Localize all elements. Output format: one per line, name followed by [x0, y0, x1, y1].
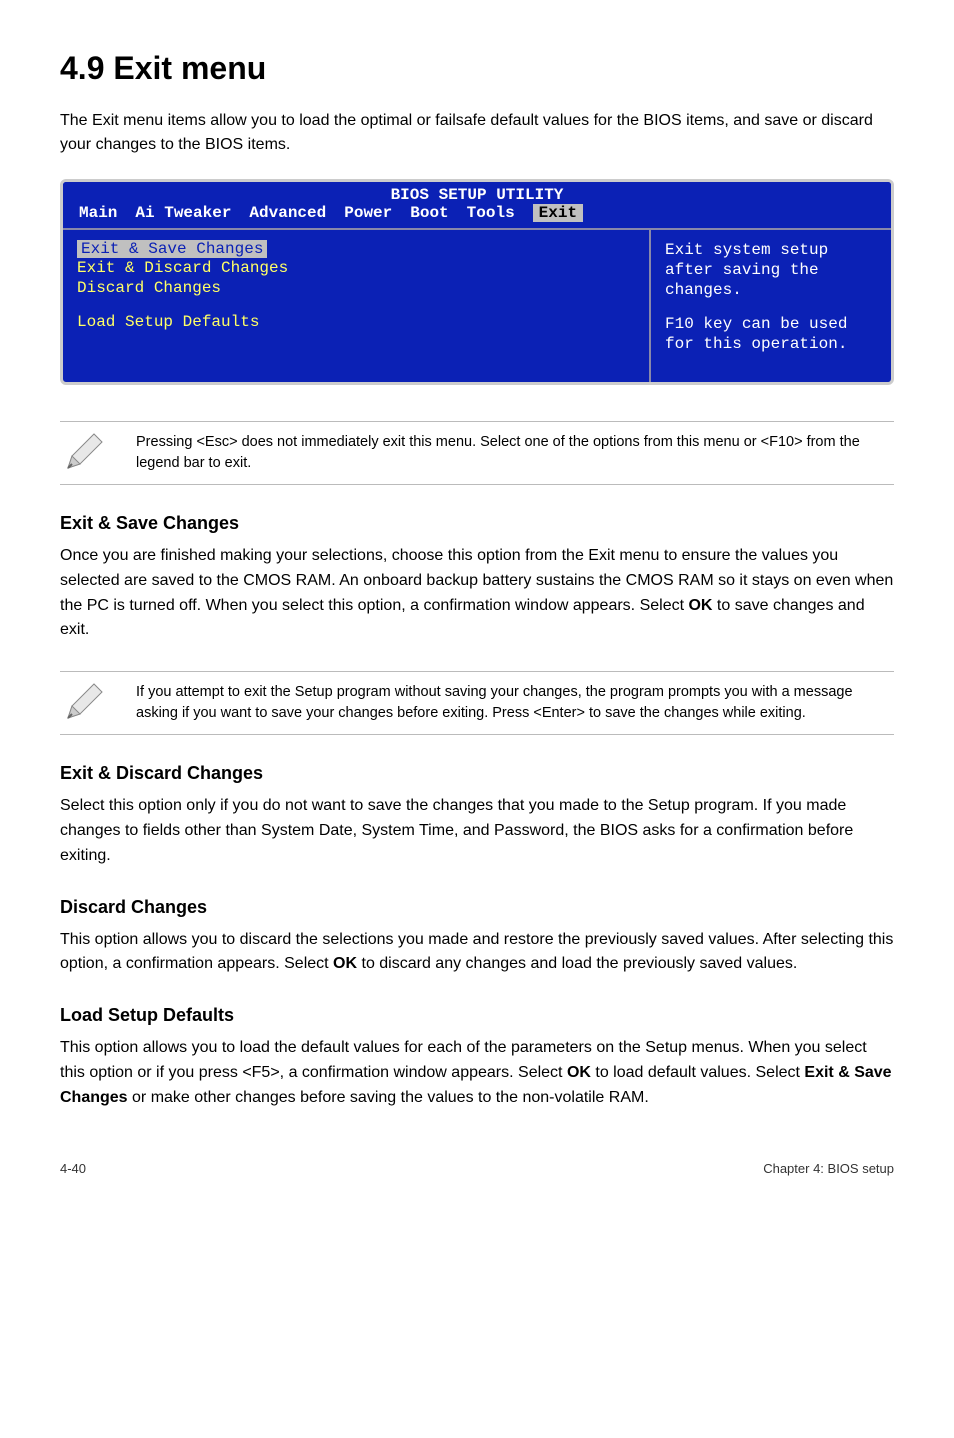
note-exit-without-save-text: If you attempt to exit the Setup program… — [136, 682, 894, 724]
note-exit-without-save: If you attempt to exit the Setup program… — [60, 671, 894, 735]
heading-discard: Discard Changes — [60, 897, 894, 918]
bios-tab-aitweaker: Ai Tweaker — [135, 204, 231, 222]
bios-help-pane: Exit system setup after saving the chang… — [651, 228, 891, 382]
bios-menu-exit-discard: Exit & Discard Changes — [77, 258, 635, 278]
text-span: or make other changes before saving the … — [128, 1089, 649, 1106]
body-exit-discard: Select this option only if you do not wa… — [60, 794, 894, 868]
bios-tab-bar: Main Ai Tweaker Advanced Power Boot Tool… — [63, 204, 891, 228]
bios-menu-discard: Discard Changes — [77, 278, 635, 298]
page-number: 4-40 — [60, 1161, 86, 1176]
page-title: 4.9 Exit menu — [60, 50, 894, 87]
heading-load-defaults: Load Setup Defaults — [60, 1005, 894, 1026]
bios-title: BIOS SETUP UTILITY — [63, 182, 891, 204]
note-esc: Pressing <Esc> does not immediately exit… — [60, 421, 894, 485]
body-load-defaults: This option allows you to load the defau… — [60, 1036, 894, 1110]
bios-menu-exit-save: Exit & Save Changes — [77, 240, 267, 258]
bios-tab-exit: Exit — [533, 204, 583, 222]
bold-ok: OK — [333, 955, 357, 972]
bios-menu-pane: Exit & Save Changes Exit & Discard Chang… — [63, 228, 651, 382]
bios-tab-tools: Tools — [467, 204, 515, 222]
bios-help-line1: Exit system setup after saving the chang… — [665, 240, 877, 300]
bios-tab-advanced: Advanced — [249, 204, 326, 222]
text-span: to discard any changes and load the prev… — [357, 955, 797, 972]
pencil-icon — [60, 682, 108, 722]
note-esc-text: Pressing <Esc> does not immediately exit… — [136, 432, 894, 474]
bold-ok: OK — [688, 597, 712, 614]
intro-text: The Exit menu items allow you to load th… — [60, 109, 894, 157]
heading-exit-discard: Exit & Discard Changes — [60, 763, 894, 784]
bios-tab-main: Main — [79, 204, 117, 222]
text-span: to load default values. Select — [591, 1064, 804, 1081]
body-discard: This option allows you to discard the se… — [60, 928, 894, 978]
pencil-icon — [60, 432, 108, 472]
page-footer: 4-40 Chapter 4: BIOS setup — [60, 1161, 894, 1176]
bold-ok: OK — [567, 1064, 591, 1081]
body-exit-save: Once you are finished making your select… — [60, 544, 894, 643]
bios-help-line2: F10 key can be used for this operation. — [665, 314, 877, 354]
bios-setup-box: BIOS SETUP UTILITY Main Ai Tweaker Advan… — [60, 179, 894, 385]
bios-tab-power: Power — [344, 204, 392, 222]
chapter-label: Chapter 4: BIOS setup — [763, 1161, 894, 1176]
bios-tab-boot: Boot — [410, 204, 448, 222]
heading-exit-save: Exit & Save Changes — [60, 513, 894, 534]
bios-menu-load-defaults: Load Setup Defaults — [77, 312, 635, 332]
